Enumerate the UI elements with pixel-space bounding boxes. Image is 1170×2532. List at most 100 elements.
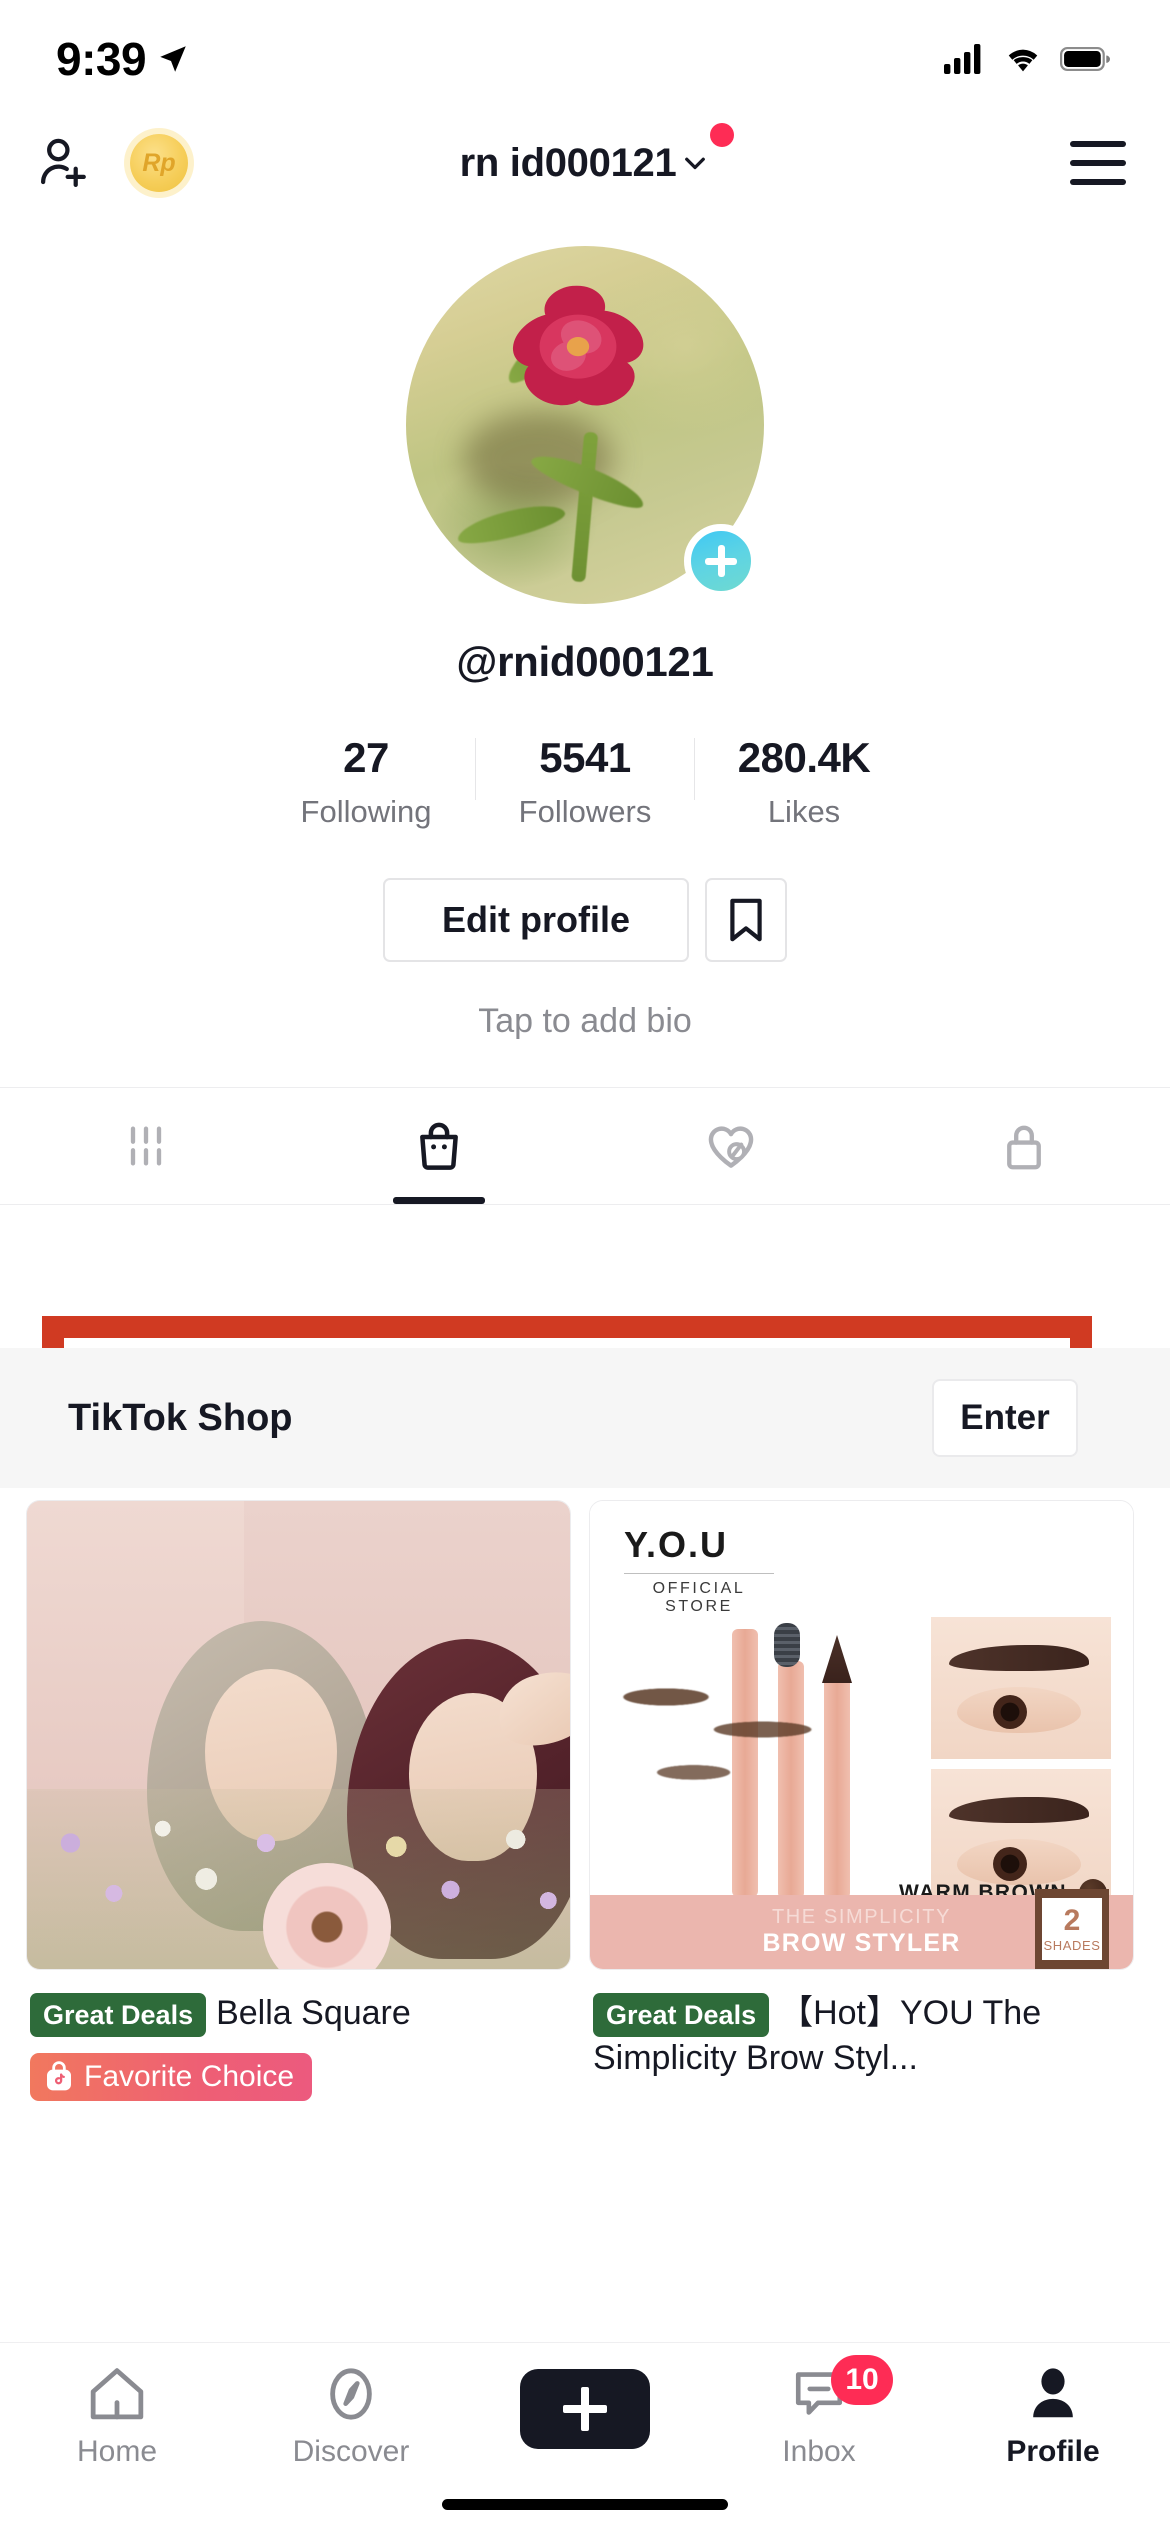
coin-balance-button[interactable]: Rp <box>130 134 188 192</box>
app-header: Rp rn id000121 <box>0 118 1170 208</box>
nav-label: Discover <box>292 2435 410 2468</box>
band-line-1: THE SIMPLICITY <box>771 1906 952 1929</box>
shades-count-inner: 2 SHADES <box>1042 1898 1102 1960</box>
coin-label: Rp <box>142 148 176 177</box>
status-time: 9:39 <box>56 33 147 85</box>
stat-value: 5541 <box>539 734 631 781</box>
heart-slash-icon <box>708 1126 754 1168</box>
compass-icon <box>330 2368 372 2420</box>
you-brand-mark: Y.O.U <box>624 1524 729 1565</box>
location-arrow-icon <box>160 46 186 72</box>
tiktok-shop-banner[interactable]: TikTok Shop Enter <box>0 1348 1170 1488</box>
tab-shop[interactable] <box>293 1088 586 1204</box>
home-icon <box>90 2368 144 2420</box>
product-meta: Great Deals 【Hot】YOU The Simplicity Brow … <box>589 1970 1134 2081</box>
plus-vertical <box>581 2387 589 2431</box>
cellular-signal-icon <box>944 44 981 74</box>
brown-swatch-stroke <box>620 1671 850 1801</box>
avatar-wrapper[interactable] <box>406 246 764 604</box>
nav-item-inbox[interactable]: 10 Inbox <box>702 2355 936 2469</box>
favorite-choice-label: Favorite Choice <box>84 2060 295 2094</box>
great-deals-badge: Great Deals <box>593 1992 770 2038</box>
add-person-icon[interactable] <box>36 134 94 192</box>
eyebrow <box>949 1645 1089 1671</box>
grid-icon <box>131 1126 162 1166</box>
hamburger-menu-icon[interactable] <box>1070 141 1126 185</box>
create-plus-icon[interactable] <box>511 2369 659 2449</box>
bella-square-hijab-photo <box>27 1501 570 1969</box>
shop-enter-button[interactable]: Enter <box>932 1379 1078 1457</box>
you-brand-sub: OFFICIAL STORE <box>624 1573 774 1616</box>
profile-actions: Edit profile <box>383 878 787 962</box>
band-text: THE SIMPLICITY BROW STYLER <box>763 1906 961 1958</box>
shades-count-box: 2 SHADES <box>1035 1889 1109 1969</box>
product-title-line: Great Deals Bella Square <box>30 1992 567 2038</box>
notification-dot <box>710 122 735 147</box>
home-indicator <box>442 2499 728 2510</box>
shades-count: 2 <box>1063 1903 1081 1937</box>
tab-liked[interactable] <box>585 1088 878 1204</box>
stat-followers[interactable]: 5541 Followers <box>500 734 670 830</box>
person-icon <box>1033 2368 1073 2418</box>
shades-label: SHADES <box>1043 1937 1101 1953</box>
profile-handle: @rnid000121 <box>456 638 714 685</box>
nav-item-create[interactable] <box>468 2365 702 2449</box>
product-title: Bella Square <box>216 1994 411 2032</box>
status-bar-right <box>944 44 1110 74</box>
nav-item-home[interactable]: Home <box>0 2365 234 2469</box>
iris <box>993 1695 1027 1729</box>
stat-label: Likes <box>767 794 841 829</box>
tab-private[interactable] <box>878 1088 1170 1204</box>
chevron-down-icon <box>680 148 710 178</box>
avatar-leaf <box>454 497 568 550</box>
stat-label: Followers <box>518 794 652 829</box>
page-title: rn id000121 <box>459 140 677 185</box>
product-grid: Great DealsBella Square Favorite Choice <box>0 1500 1170 2102</box>
tab-active-underline <box>392 1197 485 1204</box>
stat-likes[interactable]: 280.4K Likes <box>719 734 889 830</box>
eyebrow <box>949 1797 1089 1823</box>
flower-icon <box>512 286 644 406</box>
nav-label: Inbox <box>782 2435 856 2468</box>
status-bar-left: 9:39 <box>56 32 190 86</box>
account-switcher[interactable]: rn id000121 <box>459 122 735 186</box>
stat-label: Following <box>300 794 432 829</box>
you-brand-logo: Y.O.U OFFICIAL STORE <box>624 1527 774 1616</box>
battery-full-icon <box>1060 46 1110 72</box>
bio-placeholder[interactable]: Tap to add bio <box>478 1002 692 1041</box>
stat-value: 27 <box>343 734 389 781</box>
header-right <box>1070 141 1126 185</box>
product-title-line: Great Deals 【Hot】YOU The Simplicity Brow … <box>593 1992 1130 2081</box>
product-card[interactable]: Great Deals Bella Square Favorite Choice <box>26 1500 571 2102</box>
spoolie-brush-tip <box>774 1623 800 1667</box>
nav-item-discover[interactable]: Discover <box>234 2365 468 2469</box>
product-meta: Great Deals Bella Square Favorite Choice <box>26 1970 571 2102</box>
profile-stats: 27 Following 5541 Followers 280.4K Likes <box>281 734 889 830</box>
wifi-icon <box>1008 49 1038 72</box>
bookmark-button[interactable] <box>705 878 787 962</box>
stat-following[interactable]: 27 Following <box>281 734 451 830</box>
add-story-button[interactable] <box>684 524 758 598</box>
product-image[interactable] <box>26 1500 571 1970</box>
tiktok-shop-bag-icon <box>44 2061 74 2093</box>
tab-videos[interactable] <box>0 1088 293 1204</box>
favorite-choice-badge: Favorite Choice <box>30 2053 313 2102</box>
bottom-navigation: Home Discover 10 Inbox Profile <box>0 2342 1170 2532</box>
band-line-2: BROW STYLER <box>762 1929 961 1958</box>
iris <box>993 1847 1027 1881</box>
you-brow-styler-photo: Y.O.U OFFICIAL STORE WARM BROWN THE SIMP… <box>590 1501 1133 1969</box>
nav-label: Home <box>76 2435 158 2468</box>
profile-section: @rnid000121 27 Following 5541 Followers … <box>0 208 1170 1041</box>
product-image[interactable]: Y.O.U OFFICIAL STORE WARM BROWN THE SIMP… <box>589 1500 1134 1970</box>
bookmark-icon <box>730 898 762 942</box>
edit-profile-button[interactable]: Edit profile <box>383 878 689 962</box>
profile-tabs <box>0 1087 1170 1205</box>
header-left: Rp <box>36 134 188 192</box>
nav-item-profile[interactable]: Profile <box>936 2365 1170 2469</box>
nav-label: Profile <box>1006 2435 1100 2468</box>
great-deals-badge: Great Deals <box>30 1992 207 2038</box>
inbox-unread-badge: 10 <box>831 2355 893 2405</box>
stat-value: 280.4K <box>737 734 871 781</box>
stat-divider <box>694 738 695 800</box>
product-card[interactable]: Y.O.U OFFICIAL STORE WARM BROWN THE SIMP… <box>589 1500 1134 2101</box>
